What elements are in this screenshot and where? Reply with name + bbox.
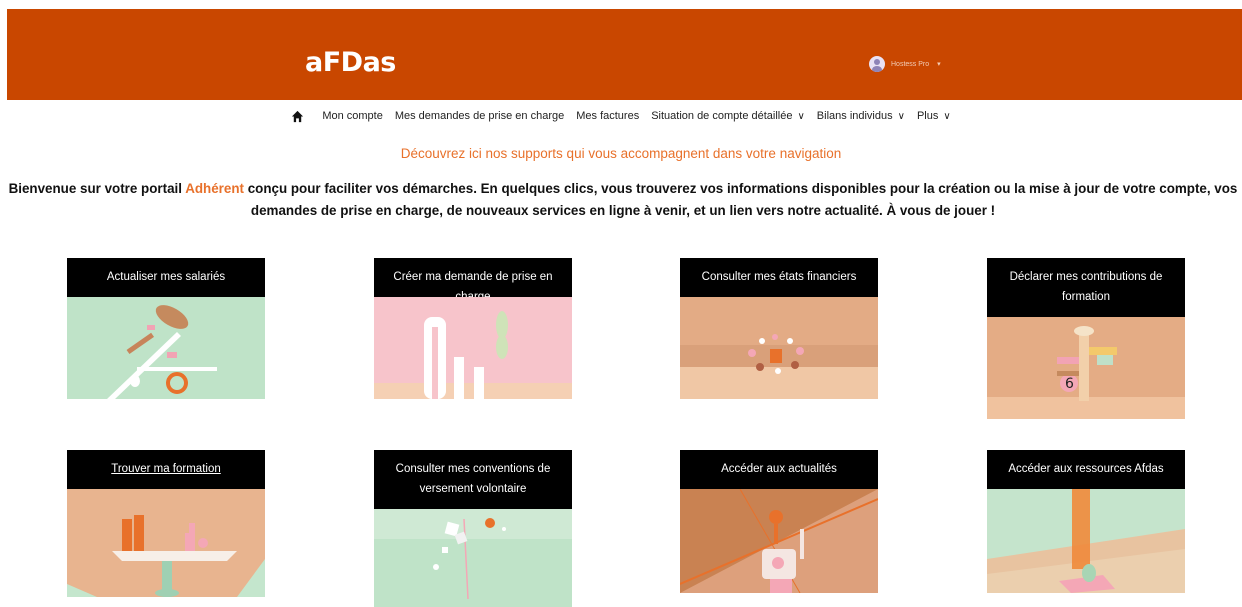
nav-label: Mon compte	[322, 110, 383, 122]
nav-home[interactable]	[291, 110, 310, 123]
nav-label: Plus	[916, 110, 939, 122]
card-ressources-afdas[interactable]: Accéder aux ressources Afdas	[987, 450, 1185, 593]
card-title: Consulter mes conventions de versement v…	[374, 450, 572, 509]
card-title: Actualiser mes salariés	[67, 258, 265, 297]
welcome-after: conçu pour faciliter vos démarches. En q…	[243, 181, 1238, 218]
card-illustration	[67, 297, 265, 399]
chevron-down-icon: ∨	[897, 110, 905, 122]
card-illustration	[374, 297, 572, 399]
card-actualiser-salaries[interactable]: Actualiser mes salariés	[67, 258, 265, 399]
card-etats-financiers[interactable]: Consulter mes états financiers	[680, 258, 878, 399]
nav-factures[interactable]: Mes factures	[576, 110, 639, 122]
nav-demandes[interactable]: Mes demandes de prise en charge	[395, 110, 564, 122]
nav-bilans[interactable]: Bilans individus ∨	[817, 110, 905, 122]
card-declarer-contributions[interactable]: Déclarer mes contributions de formation …	[987, 258, 1185, 419]
nav-plus[interactable]: Plus ∨	[917, 110, 951, 122]
card-title: Créer ma demande de prise en charge	[374, 258, 572, 303]
user-menu[interactable]: Hostess Pro ▾	[869, 56, 941, 72]
chevron-down-icon: ▾	[937, 61, 941, 68]
card-title: Trouver ma formation	[67, 450, 265, 489]
nav-mon-compte[interactable]: Mon compte	[322, 110, 383, 122]
card-illustration	[680, 297, 878, 399]
card-illustration: 6	[987, 317, 1185, 419]
card-title: Consulter mes états financiers	[680, 258, 878, 297]
nav-label: Situation de compte détaillée	[651, 110, 793, 122]
card-trouver-formation[interactable]: Trouver ma formation	[67, 450, 265, 597]
card-conventions-versement[interactable]: Consulter mes conventions de versement v…	[374, 450, 572, 607]
card-creer-demande[interactable]: Créer ma demande de prise en charge	[374, 258, 572, 399]
header-bar: aFDas Hostess Pro ▾	[7, 9, 1242, 100]
card-illustration	[374, 509, 572, 607]
card-actualites[interactable]: Accéder aux actualités	[680, 450, 878, 593]
main-nav: Mon compte Mes demandes de prise en char…	[0, 108, 1242, 124]
card-title: Accéder aux ressources Afdas	[987, 450, 1185, 489]
nav-label: Mes factures	[576, 110, 640, 122]
card-title: Accéder aux actualités	[680, 450, 878, 489]
card-illustration	[67, 489, 265, 597]
afdas-logo[interactable]: aFDas	[305, 49, 396, 76]
discover-link[interactable]: Découvrez ici nos supports qui vous acco…	[0, 146, 1242, 161]
avatar-icon	[869, 56, 885, 72]
chevron-down-icon: ∨	[943, 110, 951, 122]
user-name: Hostess Pro	[891, 60, 930, 68]
card-illustration	[987, 489, 1185, 593]
home-icon	[292, 110, 304, 122]
svg-text:6: 6	[1065, 376, 1074, 392]
welcome-highlight: Adhérent	[185, 181, 244, 196]
welcome-text: Bienvenue sur votre portail Adhérent con…	[4, 178, 1242, 222]
nav-situation-compte[interactable]: Situation de compte détaillée ∨	[651, 110, 805, 122]
welcome-before: Bienvenue sur votre portail	[8, 181, 186, 196]
card-illustration	[680, 489, 878, 593]
nav-label: Mes demandes de prise en charge	[394, 110, 565, 122]
card-title: Déclarer mes contributions de formation	[987, 258, 1185, 317]
nav-label: Bilans individus	[816, 110, 893, 122]
chevron-down-icon: ∨	[797, 110, 805, 122]
